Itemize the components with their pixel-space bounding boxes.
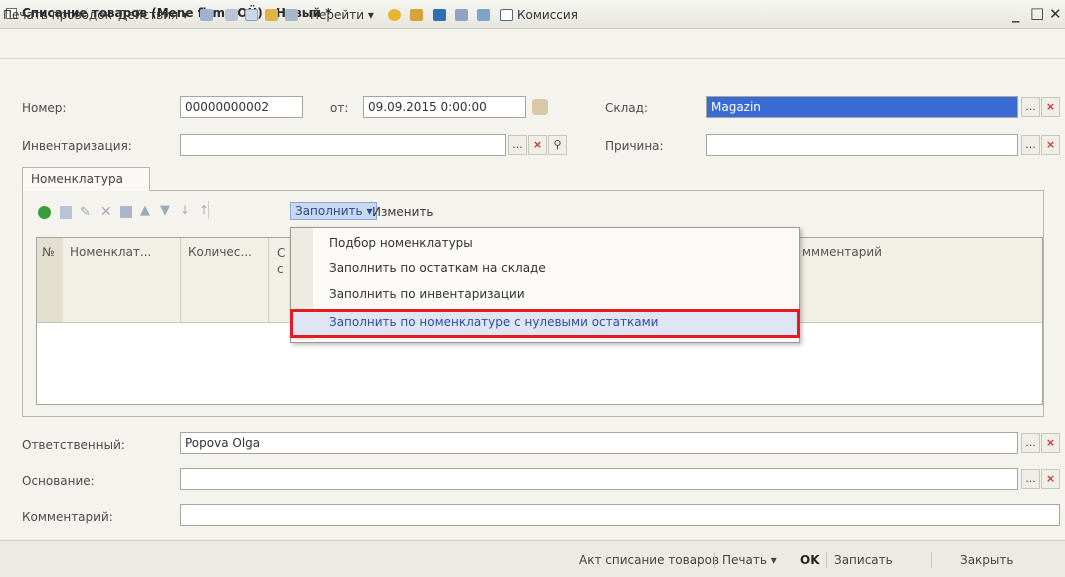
menu-item-fill-by-inventory[interactable]: Заполнить по инвентаризации	[329, 287, 525, 301]
actions-label: Действия	[118, 8, 179, 22]
calendar-icon[interactable]	[532, 99, 548, 115]
date-field[interactable]: 09.09.2015 0:00:00	[363, 96, 526, 118]
select-button[interactable]: ...	[1021, 469, 1040, 489]
edit-icon[interactable]: ✎	[80, 205, 91, 220]
hierarchy-icon[interactable]	[410, 9, 423, 21]
clear-button[interactable]: ×	[528, 135, 547, 155]
warehouse-label: Склад:	[605, 101, 648, 115]
print-entries-button[interactable]: Печать проводок	[3, 8, 112, 22]
toolbar	[0, 28, 1065, 59]
add-icon[interactable]	[38, 206, 51, 219]
column-divider	[180, 238, 181, 322]
actions-menu[interactable]: Действия ▾	[118, 8, 188, 22]
close-button[interactable]: ✕	[1049, 5, 1062, 23]
end-edit-icon[interactable]	[120, 206, 132, 218]
save-button[interactable]: Записать	[834, 553, 893, 567]
number-field[interactable]: 00000000002	[180, 96, 303, 118]
select-button[interactable]: ...	[1021, 135, 1040, 155]
number-label: Номер:	[22, 101, 67, 115]
separator	[826, 552, 827, 568]
close-form-button[interactable]: Закрыть	[960, 553, 1013, 567]
status-bar	[0, 540, 1065, 577]
separator	[931, 552, 932, 568]
delete-icon[interactable]: ✕	[100, 204, 112, 220]
chart-icon[interactable]	[433, 9, 446, 21]
basis-label: Основание:	[22, 474, 95, 488]
separator	[714, 552, 715, 568]
warehouse-field[interactable]: Magazin	[706, 96, 1018, 118]
minimize-button[interactable]: _	[1012, 5, 1020, 23]
fill-label: Заполнить	[295, 204, 363, 218]
from-label: от:	[330, 101, 349, 115]
search-icon[interactable]: ⚲	[548, 135, 567, 155]
print-menu[interactable]: Печать ▾	[722, 553, 777, 567]
dropdown-icon: ▾	[182, 8, 189, 22]
list-icon[interactable]	[200, 9, 213, 21]
dropdown-icon: ▾	[770, 553, 777, 567]
move-down-icon[interactable]: ▼	[160, 203, 170, 218]
goto-label: Перейти	[310, 8, 364, 22]
menu-item-select-nomenclature[interactable]: Подбор номенклатуры	[329, 236, 473, 250]
column-header-comment[interactable]: ммментарий	[802, 245, 882, 259]
clear-button[interactable]: ×	[1041, 469, 1060, 489]
ok-button[interactable]: OK	[800, 553, 820, 567]
sort-asc-icon[interactable]: ↓	[180, 203, 190, 217]
basis-field[interactable]	[180, 468, 1018, 490]
comment-field[interactable]	[180, 504, 1060, 526]
inventory-label: Инвентаризация:	[22, 139, 132, 153]
column-header-quantity[interactable]: Количес...	[188, 245, 252, 259]
clear-button[interactable]: ×	[1041, 433, 1060, 453]
copy-icon[interactable]	[245, 9, 258, 21]
move-up-icon[interactable]: ▲	[140, 203, 150, 218]
column-header-cost[interactable]: С с	[277, 245, 287, 277]
select-button[interactable]: ...	[1021, 433, 1040, 453]
toolbar-separator	[208, 201, 209, 219]
settings-icon[interactable]	[477, 9, 490, 21]
reason-field[interactable]	[706, 134, 1018, 156]
tab-nomenclature[interactable]: Номенклатура	[22, 167, 150, 191]
clear-button[interactable]: ×	[1041, 135, 1060, 155]
commission-button[interactable]: Комиссия	[517, 8, 578, 22]
responsible-label: Ответственный:	[22, 438, 125, 452]
goto-menu[interactable]: Перейти ▾	[310, 8, 374, 22]
inventory-field[interactable]	[180, 134, 506, 156]
print-label: Печать	[722, 553, 767, 567]
copy-icon[interactable]	[60, 206, 72, 219]
clear-button[interactable]: ×	[1041, 97, 1060, 117]
menu-item-fill-by-stock[interactable]: Заполнить по остаткам на складе	[329, 261, 546, 275]
structure-icon[interactable]	[265, 9, 278, 21]
menu-item-fill-zero-stock[interactable]: Заполнить по номенклатуре с нулевыми ост…	[329, 315, 658, 329]
column-header-number[interactable]: №	[42, 245, 54, 259]
column-header-nomenclature[interactable]: Номенклат...	[70, 245, 151, 259]
report-icon[interactable]	[285, 9, 298, 21]
comment-label: Комментарий:	[22, 510, 113, 524]
commission-icon[interactable]	[500, 9, 513, 21]
maximize-button[interactable]: □	[1030, 4, 1044, 22]
column-divider	[268, 238, 269, 322]
fill-menu-button[interactable]: Заполнить ▾	[290, 202, 378, 220]
dropdown-icon: ▾	[367, 8, 374, 22]
help-icon[interactable]	[388, 9, 401, 21]
reason-label: Причина:	[605, 139, 664, 153]
responsible-field[interactable]: Popova Olga	[180, 432, 1018, 454]
act-button[interactable]: Акт списание товаров	[579, 553, 719, 567]
columns-icon[interactable]	[455, 9, 468, 21]
select-button[interactable]: ...	[1021, 97, 1040, 117]
change-button[interactable]: Изменить	[372, 205, 434, 219]
table-icon[interactable]	[225, 9, 238, 21]
select-button[interactable]: ...	[508, 135, 527, 155]
